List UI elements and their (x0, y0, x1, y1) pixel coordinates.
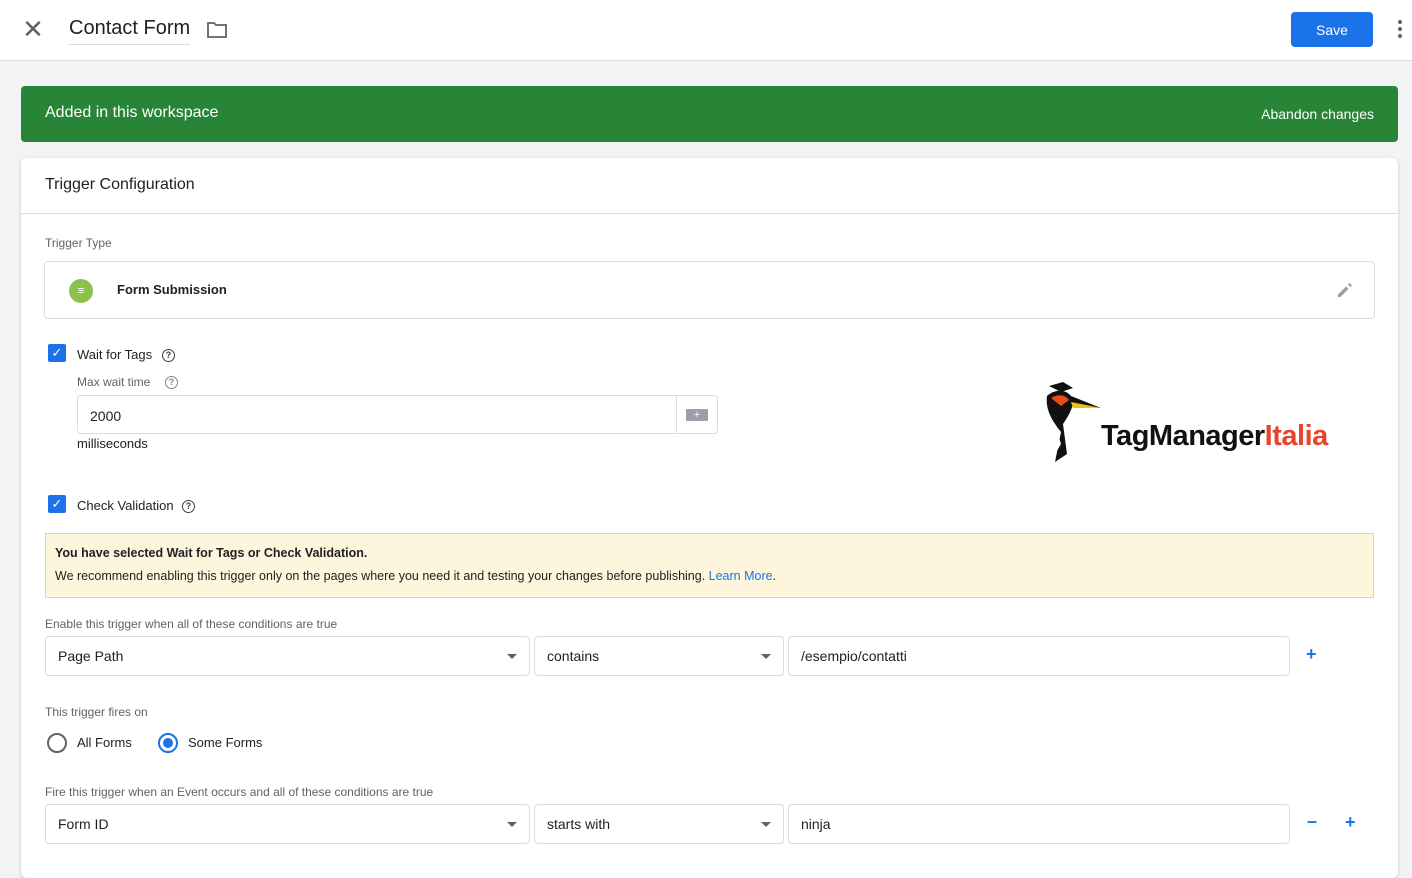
save-button[interactable]: Save (1291, 12, 1373, 47)
add-condition-icon[interactable]: + (1345, 812, 1356, 833)
enable-conditions-label: Enable this trigger when all of these co… (45, 617, 338, 631)
close-icon[interactable]: ✕ (22, 16, 44, 42)
all-forms-radio[interactable] (47, 733, 67, 753)
add-condition-icon[interactable]: + (1306, 644, 1317, 665)
fire-operator-select[interactable]: starts with (534, 804, 784, 844)
learn-more-link[interactable]: Learn More (709, 569, 773, 583)
max-wait-value: 2000 (90, 408, 122, 424)
max-wait-label: Max wait time (77, 375, 151, 389)
variable-picker-icon[interactable]: + (686, 409, 708, 421)
warning-notice: You have selected Wait for Tags or Check… (45, 533, 1374, 598)
more-options-icon[interactable] (1396, 20, 1404, 40)
dropdown-arrow-icon (761, 822, 771, 827)
trigger-name-input[interactable]: Contact Form (69, 17, 191, 45)
banner-text: Added in this workspace (45, 104, 219, 121)
enable-operator-select[interactable]: contains (534, 636, 784, 676)
fire-value-input[interactable]: ninja (788, 804, 1290, 844)
dropdown-arrow-icon (761, 654, 771, 659)
help-icon[interactable]: ? (182, 500, 195, 513)
fire-variable-select[interactable]: Form ID (45, 804, 530, 844)
enable-variable-select[interactable]: Page Path (45, 636, 530, 676)
some-forms-radio[interactable] (158, 733, 178, 753)
form-submission-icon: ≡ (69, 279, 93, 303)
help-icon[interactable]: ? (162, 349, 175, 362)
dropdown-arrow-icon (507, 822, 517, 827)
tagmanageritalia-logo: TagManagerItalia (1039, 380, 1349, 470)
top-bar: ✕ Contact Form Save (0, 0, 1412, 61)
trigger-configuration-card: Trigger Configuration Trigger Type ≡ For… (21, 158, 1398, 878)
warning-body: We recommend enabling this trigger only … (55, 569, 709, 583)
wait-for-tags-checkbox[interactable]: ✓ (48, 344, 66, 362)
some-forms-label: Some Forms (188, 735, 263, 750)
edit-pencil-icon[interactable] (1336, 281, 1354, 299)
all-forms-label: All Forms (77, 735, 132, 750)
remove-condition-icon[interactable]: – (1307, 811, 1317, 832)
unit-label: milliseconds (77, 436, 148, 451)
folder-icon[interactable] (207, 22, 227, 38)
trigger-type-value: Form Submission (117, 282, 227, 297)
warning-title: You have selected Wait for Tags or Check… (55, 546, 368, 560)
fires-on-label: This trigger fires on (45, 705, 148, 719)
trigger-type-selector[interactable]: ≡ Form Submission (44, 261, 1375, 319)
trigger-type-label: Trigger Type (45, 236, 112, 250)
abandon-changes-button[interactable]: Abandon changes (1261, 106, 1374, 122)
wait-for-tags-label: Wait for Tags (77, 347, 153, 362)
help-icon[interactable]: ? (165, 376, 178, 389)
check-validation-label: Check Validation (77, 498, 174, 513)
workspace-banner: Added in this workspace Abandon changes (21, 86, 1398, 142)
dropdown-arrow-icon (507, 654, 517, 659)
max-wait-input[interactable]: 2000 + (77, 395, 718, 434)
check-validation-checkbox[interactable]: ✓ (48, 495, 66, 513)
card-title: Trigger Configuration (21, 158, 1398, 214)
enable-value-input[interactable]: /esempio/contatti (788, 636, 1290, 676)
fire-conditions-label: Fire this trigger when an Event occurs a… (45, 785, 434, 799)
